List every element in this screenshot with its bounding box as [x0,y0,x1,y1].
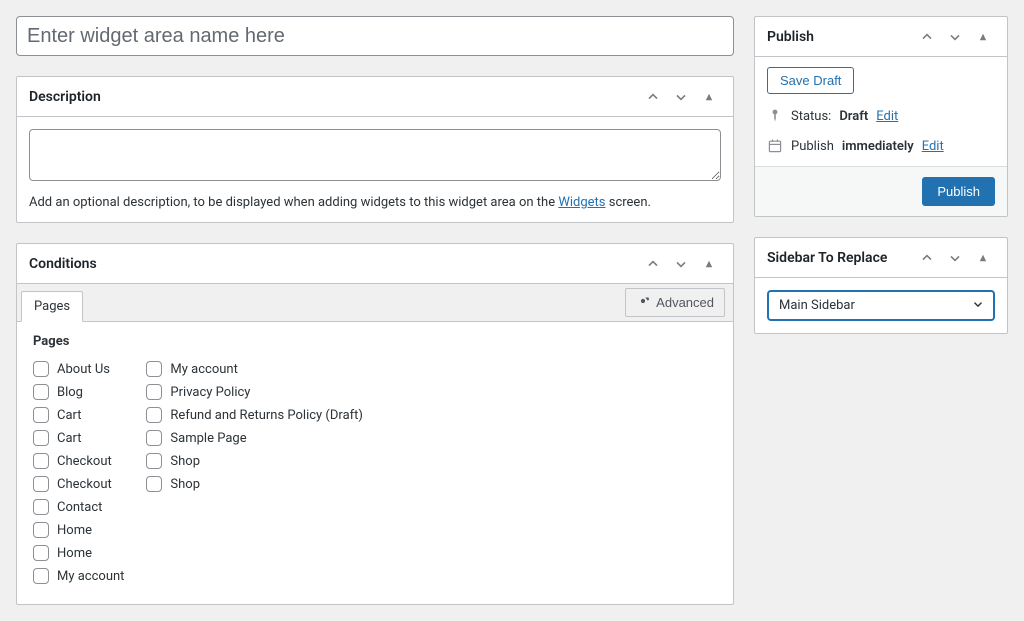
status-row: Status: Draft Edit [767,108,995,124]
sidebar-replace-box: Sidebar To Replace Main Sidebar [754,237,1008,334]
widgets-link[interactable]: Widgets [558,195,605,210]
page-checkbox-row[interactable]: My account [33,568,124,584]
move-up-button[interactable] [641,252,665,276]
checkbox[interactable] [33,407,49,423]
page-label: Shop [170,477,200,492]
description-heading: Description [29,89,101,105]
page-checkbox-row[interactable]: Checkout [33,453,124,469]
tab-pages[interactable]: Pages [21,291,83,322]
page-label: Contact [57,500,102,515]
checkbox[interactable] [33,476,49,492]
page-label: Privacy Policy [170,385,250,400]
checkbox[interactable] [33,522,49,538]
page-checkbox-row[interactable]: My account [146,361,363,377]
description-box: Description Add an optional description,… [16,76,734,223]
move-up-button[interactable] [915,25,939,49]
conditions-box: Conditions Pages Advanced Pages About Us… [16,243,734,605]
page-checkbox-row[interactable]: Contact [33,499,124,515]
page-label: Home [57,546,92,561]
toggle-panel-button[interactable] [697,85,721,109]
checkbox[interactable] [33,384,49,400]
page-label: Refund and Returns Policy (Draft) [170,408,363,423]
toggle-panel-button[interactable] [697,252,721,276]
checkbox[interactable] [33,545,49,561]
page-label: Shop [170,454,200,469]
page-label: Sample Page [170,431,246,446]
page-checkbox-row[interactable]: Checkout [33,476,124,492]
publish-button[interactable]: Publish [922,177,995,206]
checkbox[interactable] [33,453,49,469]
move-down-button[interactable] [669,85,693,109]
checkbox[interactable] [146,384,162,400]
page-label: About Us [57,362,110,377]
checkbox[interactable] [146,361,162,377]
page-label: Cart [57,408,82,423]
move-up-button[interactable] [915,246,939,270]
page-label: My account [57,569,124,584]
gear-icon [636,294,650,311]
move-up-button[interactable] [641,85,665,109]
pages-section-label: Pages [33,334,717,349]
save-draft-button[interactable]: Save Draft [767,67,854,94]
description-textarea[interactable] [29,129,721,181]
toggle-panel-button[interactable] [971,246,995,270]
checkbox[interactable] [33,499,49,515]
checkbox[interactable] [33,361,49,377]
page-checkbox-row[interactable]: Cart [33,430,124,446]
page-checkbox-row[interactable]: Home [33,545,124,561]
page-label: My account [170,362,237,377]
edit-schedule-link[interactable]: Edit [922,139,944,154]
move-down-button[interactable] [943,25,967,49]
checkbox[interactable] [33,568,49,584]
checkbox[interactable] [146,407,162,423]
page-checkbox-row[interactable]: Shop [146,476,363,492]
sidebar-replace-heading: Sidebar To Replace [767,250,887,266]
page-checkbox-row[interactable]: Blog [33,384,124,400]
pin-icon [767,108,783,124]
sidebar-replace-select[interactable]: Main Sidebar [767,290,995,321]
toggle-panel-button[interactable] [971,25,995,49]
page-label: Blog [57,385,83,400]
checkbox[interactable] [146,476,162,492]
calendar-icon [767,138,783,154]
edit-status-link[interactable]: Edit [876,109,898,124]
checkbox[interactable] [33,430,49,446]
conditions-heading: Conditions [29,256,97,272]
page-checkbox-row[interactable]: Privacy Policy [146,384,363,400]
schedule-row: Publish immediately Edit [767,138,995,154]
checkbox[interactable] [146,453,162,469]
page-checkbox-row[interactable]: About Us [33,361,124,377]
page-checkbox-row[interactable]: Refund and Returns Policy (Draft) [146,407,363,423]
page-checkbox-row[interactable]: Home [33,522,124,538]
advanced-button[interactable]: Advanced [625,288,725,317]
page-label: Cart [57,431,82,446]
page-label: Checkout [57,477,112,492]
move-down-button[interactable] [669,252,693,276]
page-checkbox-row[interactable]: Cart [33,407,124,423]
description-helper: Add an optional description, to be displ… [29,195,721,210]
widget-area-name-input[interactable] [16,16,734,56]
publish-heading: Publish [767,29,814,45]
checkbox[interactable] [146,430,162,446]
page-checkbox-row[interactable]: Sample Page [146,430,363,446]
page-label: Checkout [57,454,112,469]
move-down-button[interactable] [943,246,967,270]
publish-box: Publish Save Draft Status: Draft Edit [754,16,1008,217]
page-checkbox-row[interactable]: Shop [146,453,363,469]
page-label: Home [57,523,92,538]
chevron-down-icon [971,297,985,315]
